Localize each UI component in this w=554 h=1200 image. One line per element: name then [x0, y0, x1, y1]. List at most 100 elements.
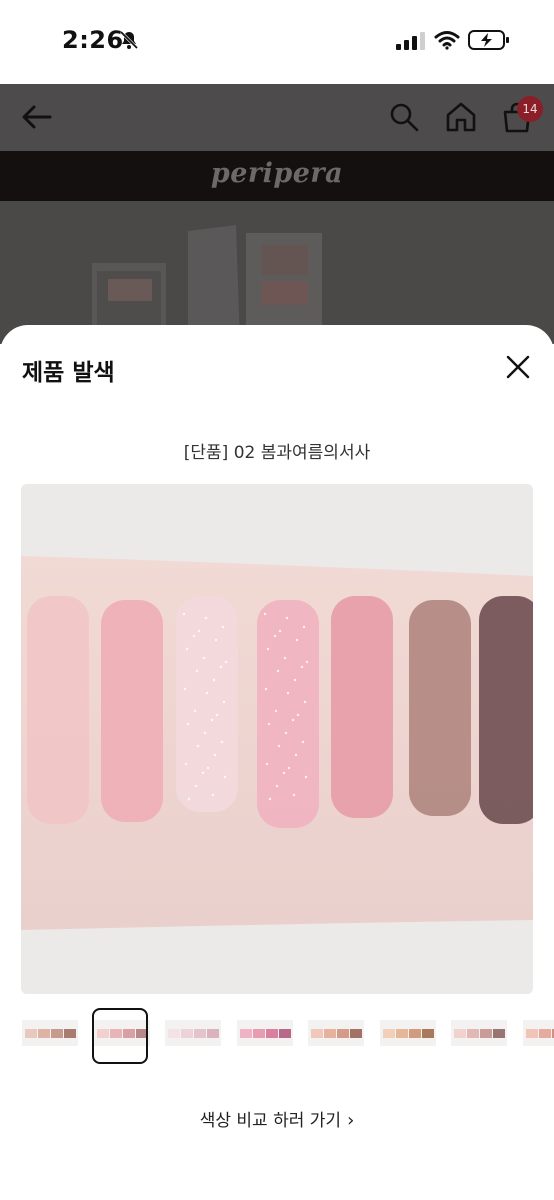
cellular-signal-icon — [396, 32, 425, 50]
shimmer-dot — [201, 771, 205, 775]
shimmer-dot — [219, 665, 223, 669]
shimmer-dot — [275, 784, 279, 788]
shimmer-dot — [185, 647, 189, 651]
status-time: 2:26 — [62, 26, 124, 54]
thumbnail-shade — [181, 1029, 193, 1038]
thumbnail-shade — [25, 1029, 37, 1038]
compare-colors-label: 색상 비교 하러 가기 — [199, 1111, 342, 1131]
thumbnail-shade — [168, 1029, 180, 1038]
thumbnail-shade — [194, 1029, 206, 1038]
status-bar: 2:26 — [0, 0, 554, 84]
shimmer-dot — [187, 797, 191, 801]
palette-thumbnail[interactable] — [522, 1020, 554, 1046]
battery-charging-icon — [468, 30, 509, 50]
shimmer-dot — [291, 718, 295, 722]
shimmer-dot — [215, 713, 219, 717]
shimmer-dot — [304, 775, 308, 779]
shimmer-dot — [284, 731, 288, 735]
shimmer-dot — [263, 612, 267, 616]
shimmer-dot — [211, 793, 215, 797]
shimmer-dot — [183, 687, 187, 691]
home-icon[interactable] — [444, 100, 478, 134]
thumbnail-shade — [265, 1029, 278, 1038]
palette-thumbnail[interactable] — [165, 1020, 221, 1046]
shimmer-dot — [210, 718, 214, 722]
thumbnail-shade — [278, 1029, 291, 1038]
shimmer-dot — [223, 775, 227, 779]
shimmer-dot — [186, 722, 190, 726]
shimmer-dot — [278, 629, 282, 633]
thumbnail-shade — [324, 1029, 336, 1038]
shimmer-dot — [206, 766, 210, 770]
palette-thumbnail[interactable] — [379, 1020, 436, 1046]
close-icon[interactable] — [504, 353, 532, 381]
swatch-strip — [479, 596, 533, 824]
swatch-strip — [409, 600, 471, 816]
shimmer-dot — [296, 713, 300, 717]
shimmer-dot — [282, 771, 286, 775]
thumbnail-shade — [252, 1029, 265, 1038]
shimmer-dot — [267, 722, 271, 726]
shimmer-dot — [214, 638, 218, 642]
palette-thumbnail[interactable] — [236, 1020, 293, 1046]
shimmer-dot — [283, 656, 287, 660]
product-name: [단품] 02 봄과여름의서사 — [183, 443, 371, 463]
shimmer-dot — [197, 629, 201, 633]
shimmer-dot — [265, 762, 269, 766]
thumbnail-shade — [408, 1029, 421, 1038]
cart-count-badge: 14 — [517, 96, 543, 122]
palette-thumbnail[interactable] — [451, 1020, 507, 1046]
thumbnail-shade — [480, 1029, 492, 1038]
shimmer-dot — [302, 625, 306, 629]
shimmer-dot — [184, 762, 188, 766]
wifi-icon — [434, 31, 460, 50]
shimmer-dot — [192, 634, 196, 638]
palette-thumbnail[interactable] — [308, 1020, 364, 1046]
thumbnail-shade — [493, 1029, 505, 1038]
thumbnail-shade — [51, 1029, 63, 1038]
back-arrow-icon[interactable] — [20, 101, 54, 133]
shimmer-dot — [266, 647, 270, 651]
thumbnail-shade — [311, 1029, 323, 1038]
shimmer-dot — [264, 687, 268, 691]
shimmer-dot — [287, 766, 291, 770]
shimmer-dot — [303, 700, 307, 704]
shimmer-dot — [268, 797, 272, 801]
shimmer-dot — [285, 616, 289, 620]
shimmer-dot — [292, 793, 296, 797]
thumbnail-shade — [38, 1029, 50, 1038]
swatch-strip — [176, 596, 238, 812]
thumbnail-shade — [454, 1029, 466, 1038]
shimmer-dot — [195, 669, 199, 673]
compare-colors-link[interactable]: 색상 비교 하러 가기 › — [0, 1106, 554, 1131]
shimmer-dot — [205, 691, 209, 695]
swatch-strip — [331, 596, 393, 818]
thumbnail-shade — [421, 1029, 434, 1038]
thumbnail-shade — [395, 1029, 408, 1038]
swatch-photo — [21, 484, 533, 994]
selected-thumbnail-frame — [92, 1008, 148, 1064]
thumbnail-shade — [538, 1029, 551, 1038]
shimmer-dot — [196, 744, 200, 748]
thumbnail-shade — [64, 1029, 76, 1038]
bell-slash-icon — [119, 30, 139, 50]
shimmer-dot — [293, 678, 297, 682]
shimmer-dot — [300, 665, 304, 669]
search-icon[interactable] — [388, 101, 420, 133]
thumbnail-shade — [350, 1029, 362, 1038]
product-hero-image — [0, 201, 554, 344]
shimmer-dot — [305, 660, 309, 664]
shimmer-dot — [220, 740, 224, 744]
swatch-strip — [101, 600, 163, 822]
thumbnail-shade — [467, 1029, 479, 1038]
palette-thumbnail[interactable] — [22, 1020, 78, 1046]
shimmer-dot — [286, 691, 290, 695]
swatch-strips — [27, 596, 533, 828]
shimmer-dot — [193, 709, 197, 713]
shimmer-dot — [204, 616, 208, 620]
swatch-strip — [257, 600, 319, 828]
shimmer-dot — [277, 744, 281, 748]
shimmer-dot — [202, 656, 206, 660]
shimmer-dot — [276, 669, 280, 673]
shimmer-dot — [203, 731, 207, 735]
